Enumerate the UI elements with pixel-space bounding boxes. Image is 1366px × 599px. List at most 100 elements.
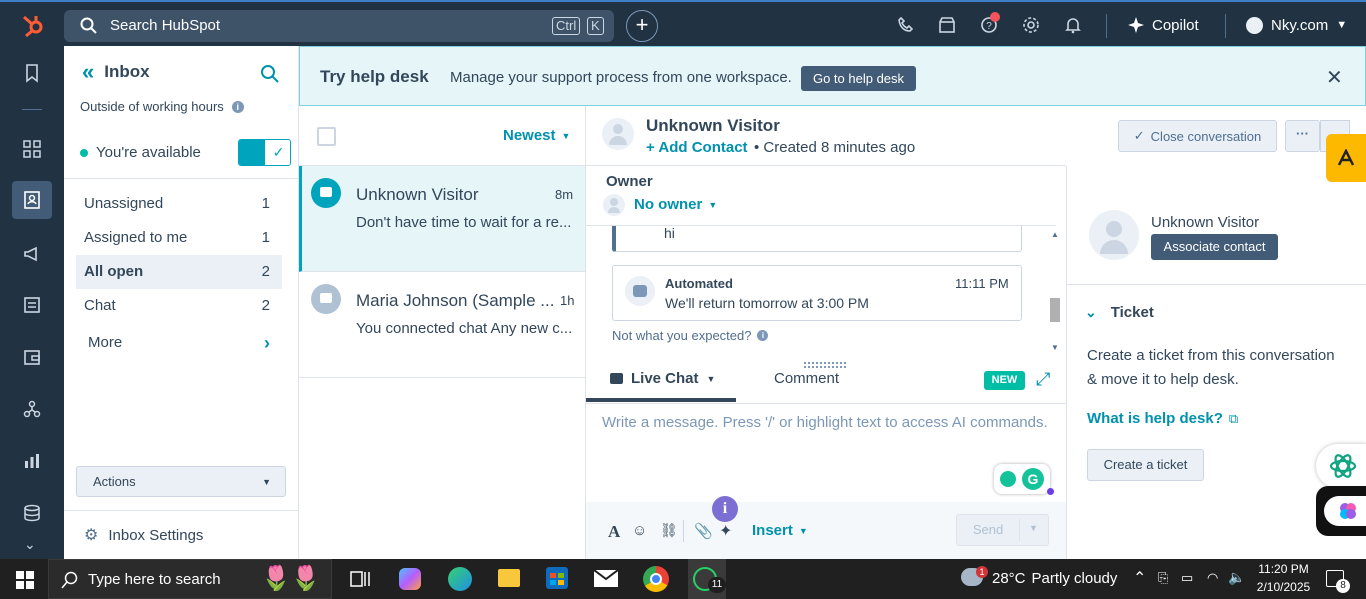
message-composer[interactable]: Write a message. Press '/' or highlight …	[586, 404, 1066, 502]
chat-icon	[610, 373, 623, 384]
bookmark-icon[interactable]	[22, 63, 42, 83]
reporting-icon[interactable]	[22, 451, 42, 471]
info-badge-icon[interactable]: i	[712, 496, 738, 522]
info-icon[interactable]: i	[757, 330, 769, 341]
phone-icon[interactable]	[897, 16, 915, 34]
composer-toolbar: A ☺ ⛓ 📎 ✦ i Insert ▼ Send ▼	[586, 496, 1066, 559]
bot-icon	[625, 276, 655, 306]
copilot-button[interactable]: Copilot	[1128, 14, 1199, 36]
scroll-down-icon[interactable]: ▼	[1051, 343, 1059, 352]
weather-temp: 28°C	[992, 570, 1026, 587]
clock-time[interactable]: 11:20 PM	[1256, 562, 1311, 576]
create-new-button[interactable]: +	[626, 10, 658, 42]
automation-icon[interactable]	[22, 399, 42, 419]
account-menu[interactable]: Nky.com ▼	[1246, 14, 1347, 36]
status-dot	[1047, 488, 1054, 495]
visitor-avatar	[602, 118, 634, 150]
notifications-bell-icon[interactable]	[1064, 16, 1082, 34]
inbox-settings-label: Inbox Settings	[108, 526, 204, 544]
close-conversation-button[interactable]: ✓ Close conversation	[1118, 120, 1277, 152]
collapse-sidebar-icon[interactable]: «	[82, 61, 94, 83]
edge-browser-icon[interactable]	[448, 567, 472, 591]
availability-toggle[interactable]: ✓	[238, 139, 291, 166]
expand-composer-icon[interactable]: ⤢	[1036, 369, 1050, 390]
working-hours-status: Outside of working hours	[80, 99, 224, 114]
wifi-icon[interactable]: ◠	[1207, 570, 1218, 586]
whatsapp-taskbar-button[interactable]: 11	[688, 559, 726, 599]
chevron-down-icon: ⌄	[1085, 304, 1097, 320]
search-icon	[80, 17, 97, 34]
attachment-icon[interactable]: 📎	[694, 522, 713, 540]
close-banner-icon[interactable]: ✕	[1326, 65, 1343, 90]
insert-dropdown[interactable]: Insert ▼	[752, 522, 808, 539]
banner-title: Try help desk	[320, 67, 429, 86]
microsoft-store-icon[interactable]	[546, 567, 568, 589]
ai-assistant-extension-button[interactable]	[1316, 486, 1366, 536]
file-explorer-icon[interactable]	[498, 569, 520, 587]
data-management-icon[interactable]	[22, 503, 42, 523]
copilot-app-icon[interactable]	[399, 568, 421, 590]
more-actions-button[interactable]: ···	[1285, 120, 1320, 152]
weather-widget[interactable]: 28°C Partly cloudy	[992, 570, 1117, 587]
ai-sparkle-icon[interactable]: ✦	[719, 521, 732, 541]
content-icon[interactable]	[22, 295, 42, 315]
hubspot-logo-icon[interactable]	[20, 12, 46, 38]
conversation-item-unknown-visitor[interactable]: Unknown Visitor 8m Don't have time to wa…	[299, 166, 585, 272]
select-all-checkbox[interactable]	[317, 127, 336, 146]
sidebar-item-assigned-to-me[interactable]: Assigned to me 1	[76, 221, 282, 255]
battery-icon[interactable]: ▭	[1181, 570, 1193, 586]
inbox-settings-link[interactable]: ⚙ Inbox Settings	[84, 525, 203, 545]
expand-rail-chevron-icon[interactable]: ⌄	[24, 536, 36, 553]
send-button[interactable]: Send	[957, 515, 1019, 545]
send-options-caret-icon[interactable]: ▼	[1029, 523, 1038, 533]
go-to-help-desk-button[interactable]: Go to help desk	[801, 66, 916, 91]
marketing-megaphone-icon[interactable]	[22, 244, 42, 264]
chrome-browser-icon[interactable]	[643, 566, 669, 592]
add-contact-link[interactable]: + Add Contact	[646, 139, 748, 156]
scroll-up-icon[interactable]: ▲	[1051, 230, 1059, 239]
settings-gear-icon[interactable]	[1022, 16, 1040, 34]
resize-handle[interactable]	[804, 362, 846, 368]
ticket-section-header[interactable]: ⌄ Ticket	[1085, 304, 1154, 321]
owner-dropdown[interactable]: No owner ▼	[634, 196, 717, 213]
tray-chevron-up-icon[interactable]: ⌃	[1133, 568, 1146, 588]
task-view-icon[interactable]	[350, 570, 370, 588]
snippet-icon[interactable]: ⛓	[660, 522, 678, 539]
inbox-title: Inbox	[104, 62, 150, 81]
scrollbar-thumb[interactable]	[1050, 298, 1060, 322]
owner-label: Owner	[606, 173, 653, 190]
workspaces-grid-icon[interactable]	[22, 139, 42, 159]
inbox-search-icon[interactable]	[260, 64, 280, 84]
global-search-input[interactable]: Search HubSpot Ctrl K	[64, 10, 614, 42]
contacts-nav-active[interactable]	[12, 181, 52, 219]
marketplace-icon[interactable]	[938, 16, 956, 34]
taskbar-search-box[interactable]: Type here to search 🌷🌷	[48, 559, 332, 599]
sidebar-item-unassigned[interactable]: Unassigned 1	[76, 187, 282, 221]
meet-now-icon[interactable]: ⎘	[1158, 570, 1168, 586]
tab-live-chat[interactable]: Live Chat ▼	[610, 370, 715, 387]
sidebar-item-chat[interactable]: Chat 2	[76, 289, 282, 323]
sort-dropdown[interactable]: Newest ▼	[503, 127, 570, 144]
chatgpt-extension-button[interactable]	[1316, 444, 1366, 488]
conversation-item-maria-johnson[interactable]: Maria Johnson (Sample ... 1h You connect…	[299, 272, 585, 378]
mail-icon[interactable]	[593, 569, 619, 587]
tab-comment[interactable]: Comment	[774, 370, 839, 387]
emoji-icon[interactable]: ☺	[632, 522, 647, 539]
sidebar-item-label: Assigned to me	[84, 229, 188, 246]
windows-start-icon[interactable]	[16, 571, 34, 589]
commerce-icon[interactable]	[22, 347, 42, 367]
info-icon[interactable]: i	[231, 100, 244, 113]
not-expected-link[interactable]: Not what you expected? i	[612, 328, 769, 343]
sidebar-item-all-open[interactable]: All open 2	[76, 255, 282, 289]
clock-date[interactable]: 2/10/2025	[1256, 580, 1311, 594]
text-format-icon[interactable]: A	[608, 522, 620, 542]
actions-dropdown[interactable]: Actions ▼	[76, 466, 286, 497]
what-is-help-desk-link[interactable]: What is help desk? ⧉	[1087, 410, 1238, 427]
associate-contact-button[interactable]: Associate contact	[1151, 234, 1278, 260]
grammarly-widget[interactable]: G	[994, 464, 1050, 494]
sidebar-item-more[interactable]: More ›	[76, 326, 282, 360]
volume-icon[interactable]: 🔈	[1228, 569, 1245, 586]
thread-scrollbar[interactable]: ▲ ▼	[1048, 226, 1062, 356]
notification-center-icon[interactable]: 8	[1326, 570, 1350, 593]
create-ticket-button[interactable]: Create a ticket	[1087, 449, 1204, 481]
